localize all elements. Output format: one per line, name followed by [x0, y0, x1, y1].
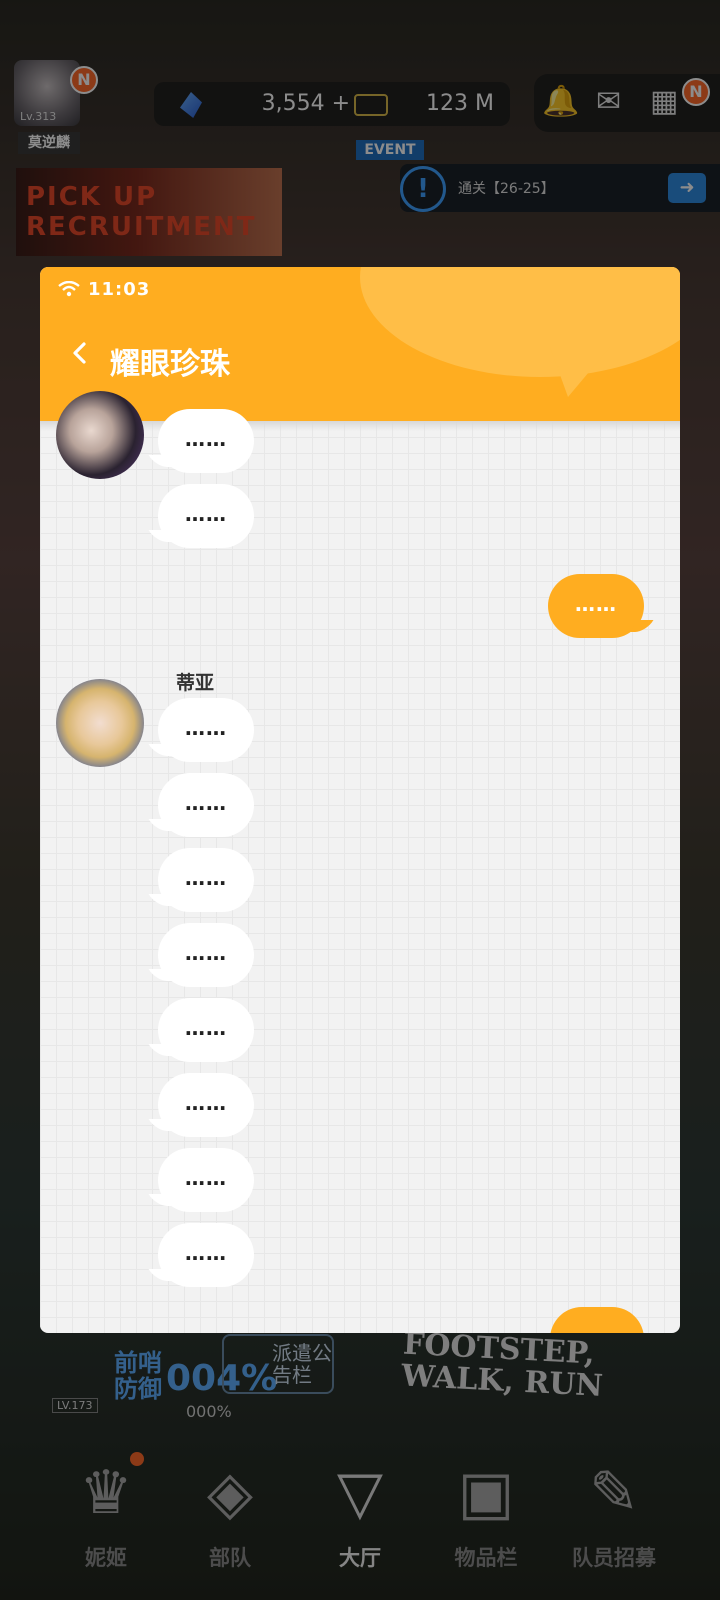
status-time: 11:03 — [88, 279, 151, 300]
message-bubble: …… — [158, 698, 254, 762]
message-bubble: …… — [158, 484, 254, 548]
message-bubble: …… — [158, 848, 254, 912]
avatar-tia[interactable] — [56, 679, 144, 767]
chat-window: 11:03 耀眼珍珠 …… …… …… 蒂亚 …… …… …… …… …… ……… — [40, 267, 680, 1333]
message-bubble: …… — [158, 773, 254, 837]
chat-background — [40, 421, 680, 1333]
chat-header: 11:03 耀眼珍珠 — [40, 267, 680, 421]
avatar-first-speaker[interactable] — [56, 391, 144, 479]
sender-name: 蒂亚 — [176, 672, 215, 694]
back-arrow-icon[interactable] — [68, 341, 92, 365]
message-bubble: …… — [158, 1073, 254, 1137]
chat-title: 耀眼珍珠 — [110, 347, 230, 382]
my-message-bubble: …… — [548, 574, 644, 638]
wifi-icon — [58, 281, 80, 297]
message-bubble: …… — [158, 409, 254, 473]
message-bubble: …… — [158, 923, 254, 987]
message-bubble: …… — [158, 998, 254, 1062]
message-bubble: …… — [158, 1148, 254, 1212]
speech-bubble-decoration — [360, 267, 680, 377]
message-bubble: …… — [158, 1223, 254, 1287]
speech-bubble-tail — [550, 347, 610, 397]
